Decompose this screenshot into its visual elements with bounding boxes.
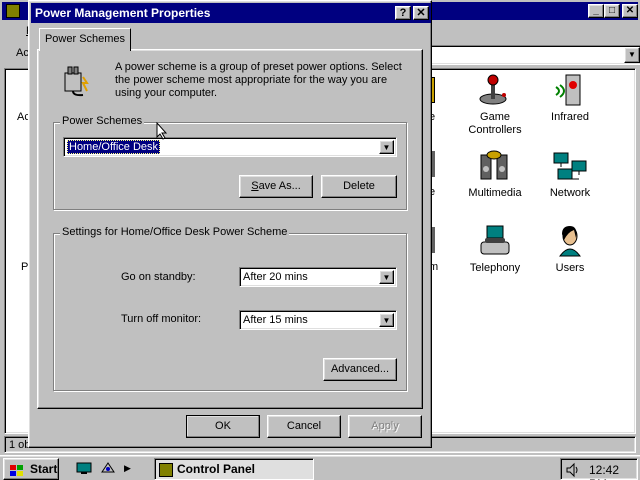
taskbar: Start ▶ Control Panel 12:42 PM (0, 455, 640, 480)
help-button[interactable]: ? (395, 6, 411, 20)
task-control-panel[interactable]: Control Panel (154, 458, 314, 480)
cp-icon-label: Infrared (551, 111, 589, 123)
cp-icon-telephony[interactable]: Telephony (455, 224, 535, 275)
dialog-titlebar[interactable]: Power Management Properties ? ✕ (31, 3, 431, 23)
quicklaunch-chevron-icon[interactable]: ▶ (124, 460, 140, 476)
start-button[interactable]: Start (3, 458, 59, 480)
advanced-button[interactable]: Advanced... (323, 358, 397, 381)
cp-icon-label: Game (480, 111, 510, 123)
control-panel-app-icon (6, 4, 20, 18)
control-panel-task-icon (159, 463, 173, 477)
system-tray: 12:42 PM (560, 458, 638, 480)
chevron-down-icon[interactable]: ▼ (379, 313, 394, 327)
cp-icon-label: Users (555, 262, 585, 274)
cp-icon-label: Controllers (468, 124, 522, 136)
save-as-label: ave As... (258, 180, 301, 192)
tab-power-schemes[interactable]: Power Schemes (39, 28, 131, 51)
task-label: Control Panel (177, 462, 256, 476)
settings-group-label: Settings for Home/Office Desk Power Sche… (60, 226, 290, 238)
close-button[interactable]: ✕ (622, 4, 638, 18)
cp-icon-multimedia[interactable]: Multimedia (455, 149, 535, 200)
apply-button[interactable]: Apply (348, 415, 422, 438)
cp-icon-game-controllers[interactable]: Game Controllers (455, 73, 535, 137)
ok-button[interactable]: OK (186, 415, 260, 438)
joystick-icon (477, 73, 513, 107)
channels-icon[interactable] (100, 460, 116, 476)
cancel-button[interactable]: Cancel (267, 415, 341, 438)
desktop-icon[interactable] (76, 460, 92, 476)
cp-icon-label: Telephony (469, 262, 521, 274)
standby-value: After 20 mins (243, 271, 308, 283)
cp-icon-label: Multimedia (468, 187, 522, 199)
maximize-button[interactable]: □ (604, 4, 620, 18)
delete-button[interactable]: Delete (321, 175, 397, 198)
cp-icon-users[interactable]: Users (530, 224, 610, 275)
cp-icon-label: Network (549, 187, 591, 199)
address-dropdown-button[interactable]: ▼ (624, 47, 640, 63)
monitor-label: Turn off monitor: (121, 313, 202, 325)
users-icon (552, 224, 588, 258)
address-label: Ac (16, 47, 29, 59)
power-scheme-select[interactable]: Home/Office Desk ▼ (63, 137, 397, 157)
minimize-button[interactable]: _ (588, 4, 604, 18)
cp-icon-infrared[interactable]: Infrared (530, 73, 610, 124)
close-button[interactable]: ✕ (413, 6, 429, 20)
start-label: Start (30, 462, 58, 476)
power-schemes-group-label: Power Schemes (60, 115, 145, 127)
chevron-down-icon[interactable]: ▼ (379, 270, 394, 284)
multimedia-icon (477, 149, 513, 183)
intro-text: A power scheme is a group of preset powe… (115, 61, 402, 99)
power-plug-icon (59, 63, 93, 97)
clock[interactable]: 12:42 PM (589, 463, 637, 480)
save-as-button[interactable]: Save As... (239, 175, 313, 198)
monitor-select[interactable]: After 15 mins ▼ (239, 310, 397, 330)
dialog-title: Power Management Properties (35, 6, 211, 20)
monitor-value: After 15 mins (243, 314, 308, 326)
power-scheme-value: Home/Office Desk (67, 140, 161, 154)
windows-logo-icon (10, 463, 24, 476)
standby-label: Go on standby: (121, 271, 196, 283)
cp-icon-network[interactable]: Network (530, 149, 610, 200)
speaker-icon[interactable] (565, 462, 581, 480)
chevron-down-icon[interactable]: ▼ (379, 140, 394, 154)
infrared-icon (552, 73, 588, 107)
standby-select[interactable]: After 20 mins ▼ (239, 267, 397, 287)
address-field[interactable]: ▼ (430, 45, 640, 65)
telephony-icon (477, 224, 513, 258)
mouse-pointer-icon (156, 121, 168, 143)
network-icon (552, 149, 588, 183)
power-management-dialog: Power Management Properties ? ✕ Power Sc… (28, 0, 432, 448)
